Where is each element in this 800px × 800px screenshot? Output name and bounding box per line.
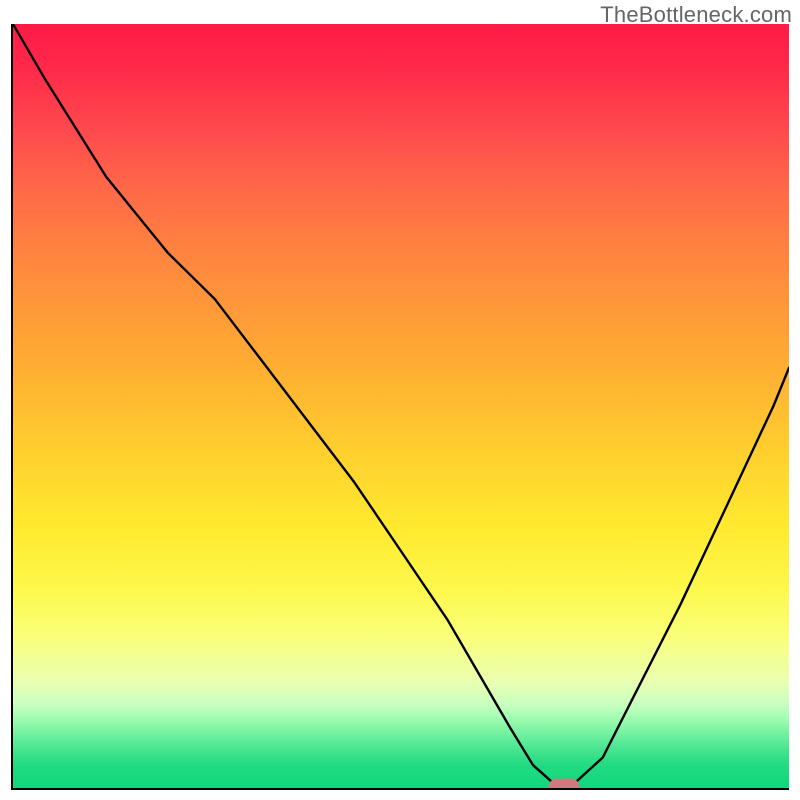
- curve-path: [13, 24, 789, 786]
- optimal-point-marker: [548, 778, 579, 790]
- bottleneck-curve: [13, 24, 789, 788]
- plot-area: [11, 24, 789, 790]
- chart-frame: TheBottleneck.com: [0, 0, 800, 800]
- watermark-text: TheBottleneck.com: [600, 2, 792, 28]
